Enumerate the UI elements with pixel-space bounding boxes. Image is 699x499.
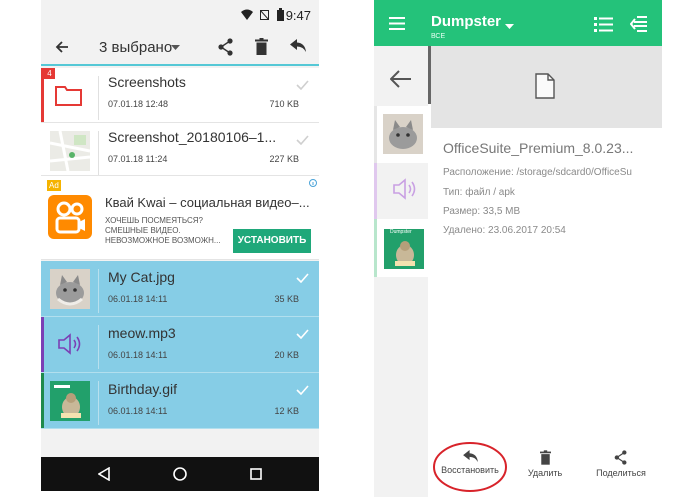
selection-count[interactable]: 3 выбрано — [99, 39, 172, 56]
detail-size: Размер: 33,5 MB — [443, 206, 521, 217]
list-item[interactable]: Birthday.gif 06.01.18 14:11 12 KB — [41, 373, 319, 429]
delete-icon — [539, 450, 551, 465]
row-divider — [98, 269, 99, 313]
check-icon[interactable] — [296, 273, 309, 283]
android-nav-bar — [41, 457, 319, 491]
filter-label: ВСЕ — [431, 33, 446, 40]
birthday-gif-thumbnail — [384, 229, 424, 269]
item-size: 20 KB — [274, 350, 299, 360]
highlight-circle — [433, 442, 507, 492]
item-date: 06.01.18 14:11 — [108, 350, 168, 360]
share-icon — [614, 450, 627, 465]
count-badge: 4 — [44, 68, 55, 79]
back-arrow-icon[interactable] — [55, 40, 69, 54]
file-preview-header — [431, 46, 662, 128]
check-icon[interactable] — [296, 385, 309, 395]
cat-photo-thumbnail — [383, 114, 423, 154]
nav-recents-icon[interactable] — [250, 468, 262, 480]
selection-toolbar: 3 выбрано — [41, 30, 319, 66]
row-divider — [98, 131, 99, 175]
right-phone-screen: Dumpster ВСЕ Dumpster OfficeSuite_Premiu… — [374, 0, 662, 497]
item-date: 07.01.18 12:48 — [108, 99, 169, 109]
app-toolbar: Dumpster ВСЕ — [374, 0, 662, 46]
nav-back-icon[interactable] — [98, 467, 110, 481]
list-item[interactable]: Screenshot_20180106–1... 07.01.18 11:24 … — [41, 123, 319, 176]
dropdown-arrow-icon[interactable] — [505, 24, 514, 29]
speaker-icon — [393, 178, 416, 200]
list-item[interactable]: My Cat.jpg 06.01.18 14:11 35 KB — [41, 261, 319, 317]
detail-deleted: Удалено: 23.06.2017 20:54 — [443, 225, 566, 236]
share-icon[interactable] — [218, 38, 234, 56]
image-marker — [41, 373, 44, 428]
detail-type: Тип: файл / apk — [443, 187, 515, 198]
kwai-app-icon — [48, 195, 92, 239]
install-button[interactable]: УСТАНОВИТЬ — [233, 229, 311, 253]
cat-photo-thumbnail — [50, 269, 90, 309]
item-size: 710 KB — [269, 99, 299, 109]
sidebar-item-gif[interactable]: Dumpster — [374, 219, 428, 277]
status-bar: 9:47 — [41, 0, 319, 30]
list-item[interactable]: 4 Screenshots 07.01.18 12:48 710 KB — [41, 68, 319, 123]
share-label: Поделиться — [596, 468, 646, 478]
item-date: 06.01.18 14:11 — [108, 294, 168, 304]
file-icon — [535, 73, 555, 99]
item-size: 227 KB — [269, 154, 299, 164]
ad-banner[interactable]: Ad Квай Kwai – социальная видео–... ХОЧЕ… — [41, 176, 319, 260]
delete-label: Удалить — [527, 468, 563, 478]
list-view-icon[interactable] — [594, 17, 613, 32]
ad-title: Квай Kwai – социальная видео–... — [105, 195, 310, 210]
item-size: 12 KB — [274, 406, 299, 416]
restore-icon[interactable] — [290, 39, 306, 52]
check-icon[interactable] — [296, 80, 309, 90]
check-icon[interactable] — [296, 135, 309, 145]
speaker-icon — [58, 333, 81, 355]
row-divider — [98, 381, 99, 425]
row-divider — [98, 76, 99, 120]
share-button[interactable]: Поделиться — [586, 450, 656, 478]
ad-line: НЕВОЗМОЖНОЕ ВОЗМОЖН... — [105, 236, 221, 245]
delete-icon[interactable] — [255, 38, 268, 55]
audio-marker — [41, 317, 44, 372]
row-divider — [98, 325, 99, 369]
birthday-gif-thumbnail — [50, 381, 90, 421]
ad-badge: Ad — [47, 180, 61, 191]
thumbnail-sidebar: Dumpster — [374, 46, 428, 497]
delete-button[interactable]: Удалить — [510, 450, 580, 478]
nav-home-icon[interactable] — [173, 467, 187, 481]
item-date: 06.01.18 14:11 — [108, 406, 168, 416]
item-name: My Cat.jpg — [108, 269, 175, 285]
folder-icon — [55, 86, 82, 106]
sort-icon[interactable] — [630, 16, 648, 32]
map-thumbnail — [50, 131, 90, 171]
sidebar-item-cat[interactable] — [374, 106, 428, 163]
item-date: 07.01.18 11:24 — [108, 154, 168, 164]
item-name: Screenshot_20180106–1... — [108, 129, 277, 145]
back-arrow-icon[interactable] — [390, 70, 412, 88]
item-name: meow.mp3 — [108, 325, 176, 341]
detail-filename: OfficeSuite_Premium_8.0.23... — [443, 140, 634, 156]
ad-line: СМЕШНЫЕ ВИДЕО. — [105, 226, 181, 235]
battery-icon — [277, 8, 284, 21]
check-icon[interactable] — [296, 329, 309, 339]
status-time: 9:47 — [285, 8, 311, 23]
ad-line: ХОЧЕШЬ ПОСМЕЯТЬСЯ? — [105, 216, 203, 225]
item-name: Screenshots — [108, 74, 186, 90]
item-name: Birthday.gif — [108, 381, 177, 397]
menu-icon[interactable] — [389, 17, 405, 30]
item-size: 35 KB — [274, 294, 299, 304]
dropdown-arrow-icon[interactable] — [171, 45, 180, 50]
left-phone-screen: 9:47 3 выбрано 4 Screenshots 07.01.18 12… — [41, 0, 319, 491]
detail-location: Расположение: /storage/sdcard0/OfficeSu — [443, 167, 632, 178]
app-title[interactable]: Dumpster — [431, 13, 501, 30]
thumbnail-caption: Dumpster — [390, 229, 412, 235]
ad-info-icon[interactable] — [309, 179, 317, 187]
wifi-icon — [241, 9, 253, 20]
list-item[interactable]: meow.mp3 06.01.18 14:11 20 KB — [41, 317, 319, 373]
sidebar-item-audio[interactable] — [374, 163, 428, 219]
signal-icon — [260, 10, 269, 20]
